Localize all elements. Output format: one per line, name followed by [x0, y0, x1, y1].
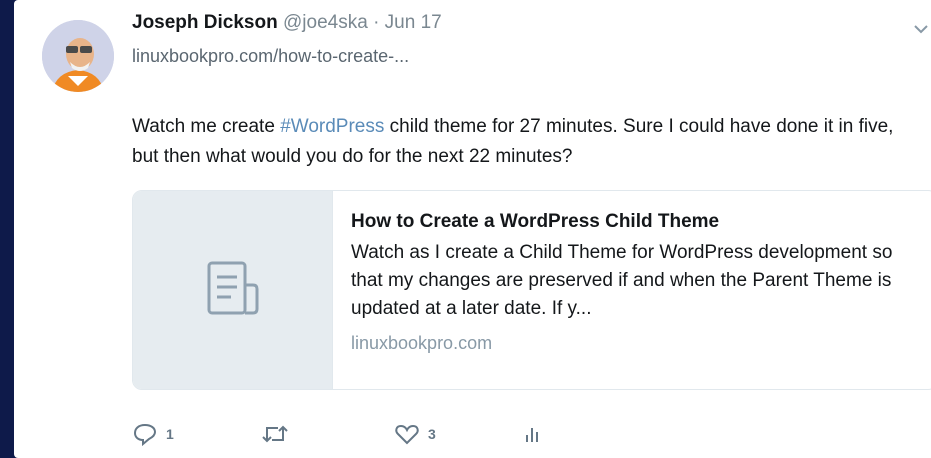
- card-thumbnail: [133, 191, 333, 389]
- tweet-text-start: Watch me create: [132, 116, 281, 137]
- document-icon: [207, 261, 259, 315]
- author-handle[interactable]: @joe4ska: [283, 12, 368, 33]
- header-separator: ·: [373, 12, 380, 33]
- tweet-container: Joseph Dickson @joe4ska · Jun 17 linuxbo…: [14, 0, 931, 458]
- analytics-button[interactable]: [522, 422, 542, 446]
- retweet-icon: [262, 425, 288, 443]
- more-options-button[interactable]: [912, 22, 930, 36]
- link-card[interactable]: How to Create a WordPress Child Theme Wa…: [132, 190, 931, 390]
- tweet-text: Watch me create #WordPress child theme f…: [132, 112, 912, 172]
- hashtag-link[interactable]: #WordPress: [280, 116, 384, 137]
- card-description: Watch as I create a Child Theme for Word…: [351, 242, 893, 319]
- retweet-button[interactable]: [260, 422, 298, 446]
- author-name[interactable]: Joseph Dickson: [132, 12, 278, 33]
- avatar-illustration: [42, 20, 114, 92]
- chevron-down-icon: [914, 25, 928, 34]
- like-icon: [395, 424, 419, 445]
- tweet-date[interactable]: Jun 17: [385, 12, 442, 33]
- card-domain: linuxbookpro.com: [351, 333, 493, 353]
- reply-icon: [133, 423, 157, 446]
- analytics-icon: [526, 428, 538, 442]
- tweet-header: Joseph Dickson @joe4ska · Jun 17: [132, 12, 442, 34]
- reply-count: 1: [166, 426, 174, 442]
- card-body: How to Create a WordPress Child Theme Wa…: [351, 209, 921, 354]
- card-title: How to Create a WordPress Child Theme: [351, 211, 720, 232]
- like-button[interactable]: 3: [394, 422, 436, 446]
- tweet-actions: 1 3: [132, 422, 632, 450]
- avatar[interactable]: [42, 20, 114, 92]
- tweet-link[interactable]: linuxbookpro.com/how-to-create-...: [132, 46, 409, 67]
- reply-button[interactable]: 1: [132, 422, 174, 446]
- like-count: 3: [428, 426, 436, 442]
